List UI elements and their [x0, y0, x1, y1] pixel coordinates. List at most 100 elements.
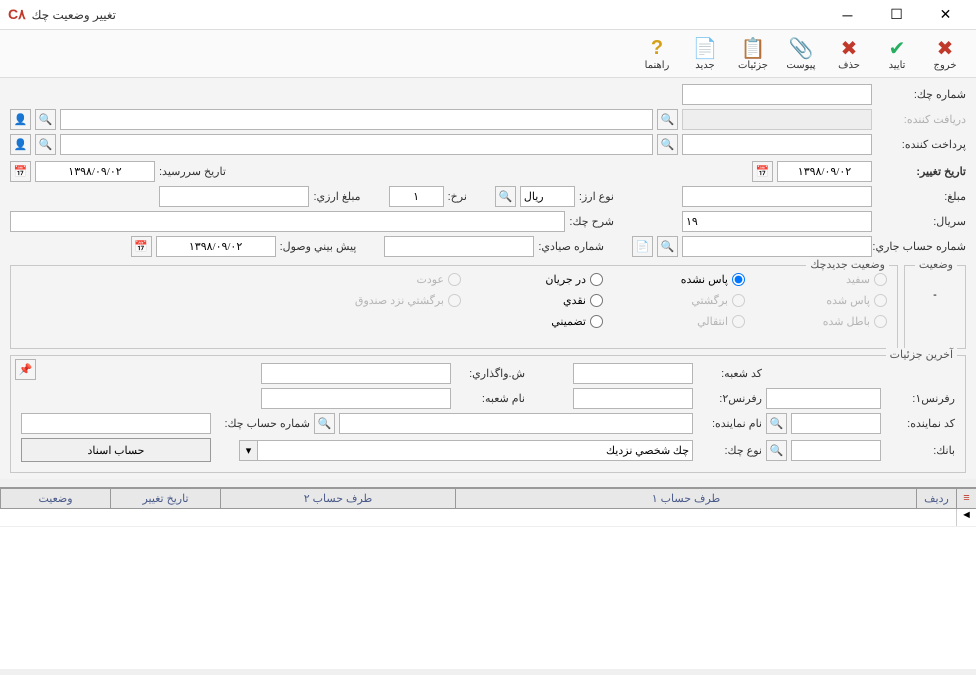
exit-label: خروج [934, 60, 957, 71]
agent-name-input[interactable] [339, 413, 693, 434]
check-account-input[interactable] [21, 413, 211, 434]
status-title: وضعيت [915, 258, 957, 271]
change-date-calendar-icon[interactable] [752, 161, 773, 182]
agent-name-lookup-icon[interactable] [314, 413, 335, 434]
radio-cash[interactable]: نقدي [473, 294, 603, 307]
account-add-icon[interactable] [632, 236, 653, 257]
docs-account-button[interactable]: حساب اسناد [21, 438, 211, 462]
titlebar: C۸ تغییر وضعیت چك ─ ☐ ✕ [0, 0, 976, 30]
check-no-input[interactable] [682, 84, 872, 105]
latest-title: آخرين جزئيات [886, 348, 957, 361]
exit-icon: ✖ [933, 36, 957, 60]
payer-name-input[interactable] [60, 134, 653, 155]
check-no-label: شماره چك: [876, 88, 966, 101]
currency-amount-input[interactable] [159, 186, 309, 207]
col-change-date[interactable]: تاريخ تغيير [110, 489, 220, 508]
col-row[interactable]: رديف [916, 489, 956, 508]
receiver-lookup-icon[interactable] [657, 109, 678, 130]
delete-label: حذف [838, 60, 860, 71]
minimize-button[interactable]: ─ [825, 1, 870, 29]
chevron-down-icon[interactable]: ▾ [239, 440, 257, 461]
receiver-code-input [682, 109, 872, 130]
ref2-input[interactable] [573, 388, 693, 409]
col-party1[interactable]: طرف حساب ۱ [455, 489, 916, 508]
window-title: C۸ تغییر وضعیت چك [8, 6, 116, 23]
col-party2[interactable]: طرف حساب ۲ [220, 489, 455, 508]
help-icon: ? [645, 36, 669, 60]
forecast-label: پيش بيني وصول: [280, 240, 357, 253]
help-button[interactable]: ? راهنما [636, 33, 678, 75]
attach-button[interactable]: 📎 پيوست [780, 33, 822, 75]
rate-label: نرخ: [448, 190, 467, 203]
currency-type-input[interactable] [520, 186, 575, 207]
forecast-calendar-icon[interactable] [131, 236, 152, 257]
new-icon: 📄 [693, 36, 717, 60]
bank-input[interactable] [791, 440, 881, 461]
sayyadi-input[interactable] [384, 236, 534, 257]
check-account-label: شماره حساب چك: [215, 417, 310, 430]
amount-input[interactable] [682, 186, 872, 207]
receiver-name-input[interactable] [60, 109, 653, 130]
radio-guarantee[interactable]: تضميني [473, 315, 603, 328]
check-type-label: نوع چك: [697, 444, 762, 457]
details-label: جزئيات [738, 60, 768, 71]
radio-passed: پاس شده [757, 294, 887, 307]
agent-code-input[interactable] [791, 413, 881, 434]
payer-person-icon[interactable] [10, 134, 31, 155]
deposit-no-input[interactable] [261, 363, 451, 384]
grid-body[interactable]: ◄ [0, 509, 976, 669]
branch-code-input[interactable] [573, 363, 693, 384]
check-desc-input[interactable] [10, 211, 565, 232]
grid-row-empty[interactable]: ◄ [0, 509, 976, 527]
radio-returned-fund: برگشتي نزد صندوق [311, 294, 461, 307]
radio-bargashti: برگشتي [615, 294, 745, 307]
receiver-lookup2-icon[interactable] [35, 109, 56, 130]
payer-code-input[interactable] [682, 134, 872, 155]
agent-name-label: نام نماينده: [697, 417, 762, 430]
current-account-input[interactable] [682, 236, 872, 257]
branch-code-label: كد شعبه: [697, 367, 762, 380]
currency-type-label: نوع ارز: [579, 190, 614, 203]
due-date-input[interactable] [35, 161, 155, 182]
account-lookup-icon[interactable] [657, 236, 678, 257]
serial-input[interactable] [682, 211, 872, 232]
new-button[interactable]: 📄 جديد [684, 33, 726, 75]
ref1-input[interactable] [766, 388, 881, 409]
latest-details-box: آخرين جزئيات كد شعبه: ش.واگذاري: رفرنس۱:… [10, 355, 966, 473]
forecast-input[interactable] [156, 236, 276, 257]
exit-button[interactable]: ✖ خروج [924, 33, 966, 75]
ref2-label: رفرنس۲: [697, 392, 762, 405]
agent-code-label: كد نماينده: [885, 417, 955, 430]
ref1-label: رفرنس۱: [885, 392, 955, 405]
details-button[interactable]: 📋 جزئيات [732, 33, 774, 75]
payer-lookup-icon[interactable] [657, 134, 678, 155]
bank-label: بانك: [885, 444, 955, 457]
app-icon: C۸ [8, 6, 26, 23]
maximize-button[interactable]: ☐ [874, 1, 919, 29]
confirm-button[interactable]: ✔ تاييد [876, 33, 918, 75]
currency-lookup-icon[interactable] [495, 186, 516, 207]
radio-not-passed[interactable]: پاس نشده [615, 273, 745, 286]
payer-label: پرداخت كننده: [876, 138, 966, 151]
change-date-input[interactable] [777, 161, 872, 182]
check-type-dropdown[interactable]: ▾ [239, 440, 693, 461]
confirm-icon: ✔ [885, 36, 909, 60]
col-status[interactable]: وضعيت [0, 489, 110, 508]
payer-lookup2-icon[interactable] [35, 134, 56, 155]
pin-icon[interactable] [15, 359, 36, 380]
radio-transfer: انتقالي [615, 315, 745, 328]
branch-name-input[interactable] [261, 388, 451, 409]
check-type-input[interactable] [257, 440, 693, 461]
rate-input[interactable] [389, 186, 444, 207]
bank-lookup-icon[interactable] [766, 440, 787, 461]
help-label: راهنما [645, 60, 670, 71]
sayyadi-label: شماره صيادي: [538, 240, 604, 253]
filter-icon[interactable] [956, 489, 976, 508]
attach-label: پيوست [786, 60, 815, 71]
close-button[interactable]: ✕ [923, 1, 968, 29]
agent-code-lookup-icon[interactable] [766, 413, 787, 434]
due-date-calendar-icon[interactable] [10, 161, 31, 182]
receiver-person-icon[interactable] [10, 109, 31, 130]
delete-button[interactable]: ✖ حذف [828, 33, 870, 75]
radio-in-progress[interactable]: در جريان [473, 273, 603, 286]
